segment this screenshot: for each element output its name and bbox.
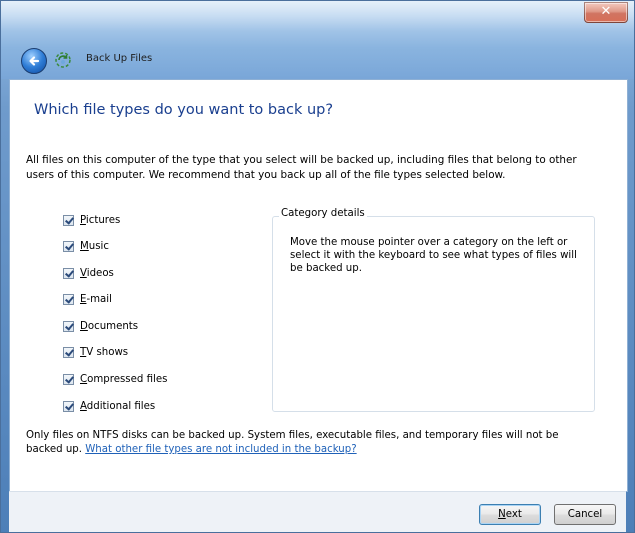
category-label-accel: M (80, 240, 89, 252)
checkbox-checked-icon[interactable] (63, 293, 74, 305)
category-details-text: Move the mouse pointer over a category o… (290, 237, 577, 274)
checkbox-checked-icon[interactable] (63, 373, 74, 385)
category-checkbox-row[interactable]: Pictures (63, 212, 120, 228)
next-button-accel: N (498, 509, 506, 520)
category-label: Documents (80, 321, 138, 332)
category-label: Music (80, 241, 109, 252)
excluded-file-types-link[interactable]: What other file types are not included i… (85, 444, 356, 455)
next-button-label: ext (505, 509, 522, 520)
footnote: Only files on NTFS disks can be backed u… (26, 429, 586, 457)
window-title: Back Up Files (86, 53, 153, 64)
category-checkbox-row[interactable]: TV shows (63, 344, 128, 360)
category-details-title: Category details (279, 208, 367, 219)
category-checkbox-row[interactable]: Music (63, 238, 109, 254)
checkbox-checked-icon[interactable] (63, 240, 74, 252)
checkbox-checked-icon[interactable] (63, 346, 74, 358)
checkbox-checked-icon[interactable] (63, 267, 74, 279)
category-label: Pictures (80, 215, 120, 226)
category-label: Compressed files (80, 374, 167, 385)
category-checkbox-row[interactable]: Videos (63, 265, 114, 281)
back-arrow-icon (29, 56, 40, 66)
cancel-button[interactable]: Cancel (554, 504, 616, 525)
next-button[interactable]: Next (479, 504, 541, 525)
category-checkbox-row[interactable]: Compressed files (63, 371, 167, 387)
category-label-rest: ocuments (87, 320, 139, 332)
category-label-rest: ompressed files (87, 373, 168, 385)
category-label: Additional files (80, 401, 155, 412)
checkbox-checked-icon[interactable] (63, 214, 74, 226)
checkbox-checked-icon[interactable] (63, 320, 74, 332)
page-description: All files on this computer of the type t… (26, 154, 577, 181)
category-label-accel: V (80, 267, 87, 279)
backup-app-icon (55, 52, 71, 68)
category-checkbox-row[interactable]: Documents (63, 318, 138, 334)
category-label-accel: D (80, 320, 88, 332)
category-label: E-mail (80, 294, 112, 305)
title-bar: ✕ Back Up Files (1, 1, 634, 79)
category-label: Videos (80, 268, 114, 279)
category-checkbox-row[interactable]: Additional files (63, 398, 155, 414)
backup-wizard-window: ✕ Back Up Files Which file types do you … (0, 0, 635, 533)
category-label-rest: dditional files (86, 400, 156, 412)
close-button[interactable]: ✕ (584, 2, 628, 23)
category-label-rest: ictures (85, 214, 121, 226)
button-bar: Next Cancel (9, 491, 626, 532)
category-checkbox-row[interactable]: E-mail (63, 291, 112, 307)
back-button[interactable] (21, 48, 47, 74)
checkbox-checked-icon[interactable] (63, 400, 74, 412)
category-label: TV shows (80, 347, 128, 358)
category-label-rest: V shows (86, 346, 129, 358)
wizard-content: Which file types do you want to back up?… (9, 79, 628, 492)
close-icon: ✕ (600, 4, 612, 19)
category-label-rest: usic (88, 240, 109, 252)
page-heading: Which file types do you want to back up? (34, 102, 334, 118)
category-label-rest: ideos (86, 267, 114, 279)
category-label-rest: -mail (86, 293, 112, 305)
category-label-accel: A (80, 400, 87, 412)
